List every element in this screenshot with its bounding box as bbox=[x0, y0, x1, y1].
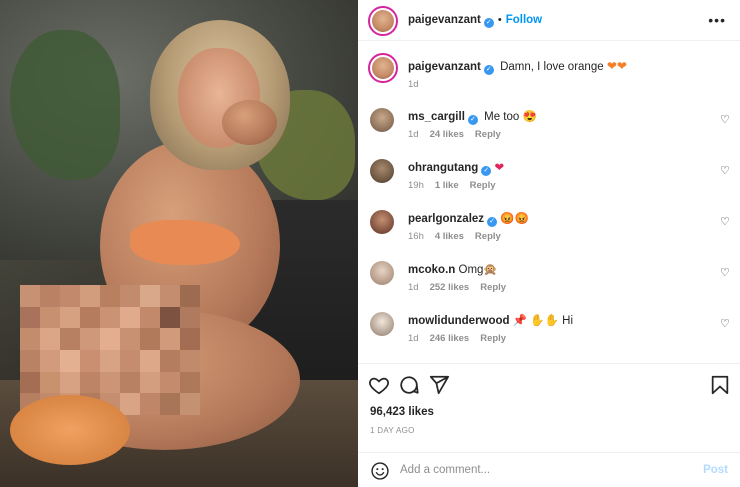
monkey-emoji-icon: 🙊 bbox=[483, 264, 498, 276]
bookmark-icon[interactable] bbox=[709, 374, 731, 396]
like-comment-heart-icon[interactable]: ♡ bbox=[720, 217, 730, 228]
orange-heart-icon: ❤❤ bbox=[606, 59, 627, 73]
comment-text: Omg bbox=[458, 264, 484, 276]
reply-button[interactable]: Reply bbox=[480, 333, 506, 344]
comment-item: ohrangutang ✓ ❤ 19h 1 like Reply ♡ bbox=[358, 149, 740, 200]
commenter-avatar[interactable] bbox=[370, 108, 394, 132]
comment-likes[interactable]: 1 like bbox=[435, 180, 459, 191]
commenter-avatar[interactable] bbox=[370, 312, 394, 336]
angry-face-emoji-icon: 😡😡 bbox=[500, 213, 529, 225]
comment-text: Me too bbox=[484, 111, 520, 123]
comment-likes[interactable]: 24 likes bbox=[430, 129, 464, 140]
commenter-avatar[interactable] bbox=[370, 159, 394, 183]
comment-input[interactable]: Add a comment... bbox=[400, 464, 490, 476]
reply-button[interactable]: Reply bbox=[475, 129, 501, 140]
verified-icon: ✓ bbox=[487, 217, 498, 227]
verified-icon: ✓ bbox=[467, 115, 478, 125]
post-timestamp: 1 DAY AGO bbox=[370, 426, 415, 435]
comment-time: 1d bbox=[408, 129, 419, 140]
like-count[interactable]: 96,423 likes bbox=[370, 406, 434, 418]
commenter-avatar[interactable] bbox=[370, 210, 394, 234]
verified-icon: ✓ bbox=[481, 166, 492, 176]
caption-time: 1d bbox=[408, 79, 419, 90]
like-comment-heart-icon[interactable]: ♡ bbox=[720, 319, 730, 330]
follow-button[interactable]: Follow bbox=[506, 14, 542, 26]
heart-icon[interactable] bbox=[368, 374, 390, 396]
post-header: paigevanzant ✓ • Follow ••• bbox=[358, 0, 740, 41]
comment-likes[interactable]: 4 likes bbox=[435, 231, 464, 242]
author-username[interactable]: paigevanzant bbox=[408, 14, 481, 26]
comment-time: 19h bbox=[408, 180, 424, 191]
red-heart-emoji-icon: ❤ bbox=[494, 162, 505, 174]
orange-sandal bbox=[10, 395, 130, 465]
pin-hand-emoji-icon: 📌 ✋✋ bbox=[512, 315, 559, 327]
comment-icon[interactable] bbox=[398, 374, 420, 396]
caption-username[interactable]: paigevanzant bbox=[408, 61, 481, 73]
comment-username[interactable]: mowlidunderwood bbox=[408, 315, 510, 327]
separator-dot: • bbox=[497, 14, 502, 26]
comment-time: 16h bbox=[408, 231, 424, 242]
reply-button[interactable]: Reply bbox=[475, 231, 501, 242]
verified-icon: ✓ bbox=[483, 18, 494, 28]
comment-item: mowlidunderwood 📌 ✋✋ Hi 1d 246 likes Reply… bbox=[358, 302, 740, 353]
comment-time: 1d bbox=[408, 282, 419, 293]
share-icon[interactable] bbox=[428, 374, 450, 396]
author-avatar[interactable] bbox=[368, 6, 398, 36]
reply-button[interactable]: Reply bbox=[470, 180, 496, 191]
comment-item: pearlgonzalez ✓ 😡😡 16h 4 likes Reply ♡ bbox=[358, 200, 740, 251]
comment-username[interactable]: pearlgonzalez bbox=[408, 213, 484, 225]
like-comment-heart-icon[interactable]: ♡ bbox=[720, 268, 730, 279]
comment-likes[interactable]: 246 likes bbox=[430, 333, 470, 344]
more-options-icon[interactable]: ••• bbox=[708, 12, 726, 28]
post-button[interactable]: Post bbox=[703, 464, 728, 476]
post-details-panel: paigevanzant ✓ • Follow ••• paigevanzant ✓ D… bbox=[358, 0, 740, 487]
comment-likes[interactable]: 252 likes bbox=[430, 282, 470, 293]
censor-mosaic bbox=[20, 285, 200, 415]
like-comment-heart-icon[interactable]: ♡ bbox=[720, 115, 730, 126]
caption-avatar[interactable] bbox=[368, 53, 398, 83]
comment-username[interactable]: ohrangutang bbox=[408, 162, 478, 174]
comment-username[interactable]: ms_cargill bbox=[408, 111, 465, 123]
emoji-icon[interactable] bbox=[370, 461, 390, 481]
like-comment-heart-icon[interactable]: ♡ bbox=[720, 166, 730, 177]
comment-item: mcoko.n Omg🙊 1d 252 likes Reply ♡ bbox=[358, 251, 740, 302]
reply-button[interactable]: Reply bbox=[480, 282, 506, 293]
comment-item: ms_cargill ✓ Me too 😍 1d 24 likes Reply ♡ bbox=[358, 98, 740, 149]
caption-text: Damn, I love orange bbox=[500, 61, 604, 73]
action-bar: 96,423 likes 1 DAY AGO Add a comment... … bbox=[358, 363, 740, 487]
add-comment-bar: Add a comment... Post bbox=[358, 452, 740, 487]
comment-text: Hi bbox=[562, 315, 574, 327]
commenter-avatar[interactable] bbox=[370, 261, 394, 285]
comment-username[interactable]: mcoko.n bbox=[408, 264, 455, 276]
comment-time: 1d bbox=[408, 333, 419, 344]
verified-icon: ✓ bbox=[483, 65, 494, 75]
orange-top bbox=[130, 220, 240, 265]
post-image[interactable] bbox=[0, 0, 358, 487]
hands bbox=[222, 100, 277, 145]
heart-eyes-emoji-icon: 😍 bbox=[522, 111, 537, 123]
